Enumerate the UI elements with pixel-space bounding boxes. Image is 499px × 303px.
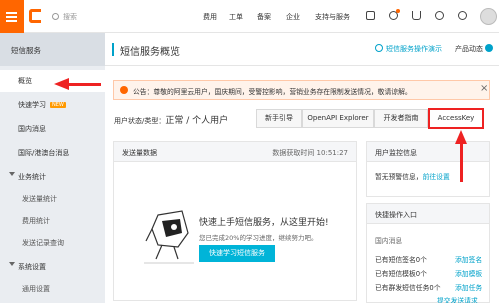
page-title: 短信服务概览 xyxy=(120,47,180,58)
panel-title: 用户监控信息 xyxy=(375,149,417,157)
sidebar-item-label: 快速学习 NEW xyxy=(18,100,66,110)
go-settings-link[interactable]: 前往设置 xyxy=(423,173,450,181)
user-type-value: 正常 / 个人用户 xyxy=(165,116,229,126)
sidebar-item-domestic[interactable]: 国内消息 xyxy=(0,118,105,140)
warning-icon xyxy=(120,86,128,94)
monitor-empty: 暂无预警信息，前往设置 xyxy=(375,171,450,181)
list-item: 已有群发短信任务0个 xyxy=(375,284,441,292)
search-box[interactable]: 搜索 xyxy=(52,12,77,22)
sidebar-item-label: 费用统计 xyxy=(22,217,50,225)
sidebar-title: 短信服务 xyxy=(11,46,41,55)
quickstart-title: 快速上手短信服务，从这里开始! xyxy=(199,218,329,228)
quickstart-progress: 您已完成20%的学习进度，继续努力吧。 xyxy=(199,234,318,242)
tab-beginner-guide[interactable]: 新手引导 xyxy=(256,109,302,128)
sidebar-item-label: 发送量统计 xyxy=(22,195,57,203)
bell-icon[interactable] xyxy=(389,9,400,20)
sidebar-item-send-records[interactable]: 发送记录查询 xyxy=(0,232,105,254)
page-header: 短信服务概览 短信服务操作演示 产品动态 xyxy=(105,33,499,66)
notice-text: 公告：尊敬的阿里云用户，国庆期间，受警控影响，营销业务存在限制发送情况，敬请谅解… xyxy=(133,88,412,96)
sidebar-item-overview[interactable]: 概览 xyxy=(0,70,105,92)
tab-developer-guide[interactable]: 开发者指南 xyxy=(374,109,428,128)
help-icon[interactable] xyxy=(435,11,444,20)
sidebar-item-general-settings[interactable]: 通用设置 xyxy=(0,278,105,300)
new-badge: NEW xyxy=(50,102,66,108)
sidebar-group-statistics[interactable]: 业务统计 xyxy=(0,166,105,188)
send-volume-panel: 发送量数据 数据获取时间 10:51:27 快速上手短信服务，从这里开始! 您已… xyxy=(113,141,357,301)
annotation-arrow-line xyxy=(68,83,101,86)
search-placeholder: 搜索 xyxy=(63,13,77,21)
caret-down-icon xyxy=(9,172,15,176)
guide-link[interactable]: 短信服务操作演示 xyxy=(375,44,442,54)
aliyun-logo-icon[interactable] xyxy=(29,9,41,23)
product-news-button[interactable]: 产品动态 xyxy=(455,44,493,54)
nav-ticket[interactable]: 工单 xyxy=(229,12,243,22)
sidebar-item-label: 通用设置 xyxy=(22,285,50,293)
notice-banner: 公告：尊敬的阿里云用户，国庆期间，受警控影响，营销业务存在限制发送情况，敬请谅解… xyxy=(113,80,490,100)
globe-icon[interactable] xyxy=(458,11,467,20)
sidebar-item-label: 发送记录查询 xyxy=(22,239,64,247)
sidebar-item-fee-stats[interactable]: 费用统计 xyxy=(0,210,105,232)
nav-enterprise[interactable]: 企业 xyxy=(286,12,300,22)
nav-icp[interactable]: 备案 xyxy=(257,12,271,22)
list-item: 已有短信签名0个 xyxy=(375,256,427,264)
menu-icon[interactable] xyxy=(0,0,24,33)
quick-actions-panel: 快捷操作入口 国内消息 已有短信签名0个 添加签名 已有短信模板0个 添加模板 … xyxy=(366,203,490,303)
panel-header: 用户监控信息 xyxy=(367,142,489,162)
sidebar-group-settings[interactable]: 系统设置 xyxy=(0,256,105,278)
data-time: 数据获取时间 10:51:27 xyxy=(272,149,348,157)
annotation-arrow-line xyxy=(460,142,463,182)
search-icon xyxy=(52,13,59,20)
panel-header: 快捷操作入口 xyxy=(367,204,489,224)
sidebar-item-label: 概览 xyxy=(18,77,32,85)
avatar[interactable] xyxy=(480,8,497,25)
add-task-link[interactable]: 添加任务 xyxy=(455,282,482,292)
sidebar: 短信服务 概览 快速学习 NEW 国内消息 国际/港澳台消息 业务统计 发送量统计… xyxy=(0,33,105,303)
close-icon[interactable]: × xyxy=(480,83,488,94)
submit-request-link[interactable]: 提交发送请求 xyxy=(437,295,478,303)
guide-link-label: 短信服务操作演示 xyxy=(386,45,442,53)
cart-icon[interactable] xyxy=(412,11,421,20)
terminal-icon[interactable] xyxy=(366,11,375,20)
sidebar-group-label: 业务统计 xyxy=(18,173,46,181)
monitor-panel: 用户监控信息 暂无预警信息，前往设置 xyxy=(366,141,490,197)
robot-illustration xyxy=(144,210,194,264)
nav-billing[interactable]: 费用 xyxy=(203,12,217,22)
sidebar-group-label: 系统设置 xyxy=(18,263,46,271)
monitor-empty-text: 暂无预警信息， xyxy=(375,173,423,181)
sidebar-item-label: 国内消息 xyxy=(18,125,46,133)
panel-header: 发送量数据 数据获取时间 10:51:27 xyxy=(114,142,356,162)
top-bar: 搜索 费用 工单 备案 企业 支持与服务 xyxy=(0,0,499,33)
panel-title: 发送量数据 xyxy=(122,149,157,157)
annotation-highlight-box xyxy=(428,108,484,129)
info-dot-icon xyxy=(485,44,493,52)
user-type: 用户状态/类型：正常 / 个人用户 xyxy=(114,113,228,126)
sidebar-item-international[interactable]: 国际/港澳台消息 xyxy=(0,142,105,164)
tab-openapi-explorer[interactable]: OpenAPI Explorer xyxy=(302,109,374,128)
nav-support[interactable]: 支持与服务 xyxy=(315,12,350,22)
add-signature-link[interactable]: 添加签名 xyxy=(455,254,482,264)
quick-learn-button[interactable]: 快速学习短信服务 xyxy=(199,245,275,262)
annotation-arrow-head xyxy=(455,130,467,144)
sidebar-header: 短信服务 xyxy=(0,33,105,66)
sidebar-item-label: 国际/港澳台消息 xyxy=(18,149,70,157)
help-circle-icon xyxy=(375,44,383,52)
caret-down-icon xyxy=(9,262,15,266)
title-accent xyxy=(112,43,114,56)
section-label: 国内消息 xyxy=(375,237,403,245)
sidebar-item-send-stats[interactable]: 发送量统计 xyxy=(0,188,105,210)
list-item: 已有短信模板0个 xyxy=(375,270,427,278)
product-news-label: 产品动态 xyxy=(455,45,483,53)
annotation-arrow-head xyxy=(54,78,69,90)
add-template-link[interactable]: 添加模板 xyxy=(455,268,482,278)
user-type-label: 用户状态/类型： xyxy=(114,117,166,125)
panel-title: 快捷操作入口 xyxy=(375,211,417,219)
sidebar-item-text: 快速学习 xyxy=(18,101,46,109)
sidebar-item-quick-learn[interactable]: 快速学习 NEW xyxy=(0,94,105,116)
